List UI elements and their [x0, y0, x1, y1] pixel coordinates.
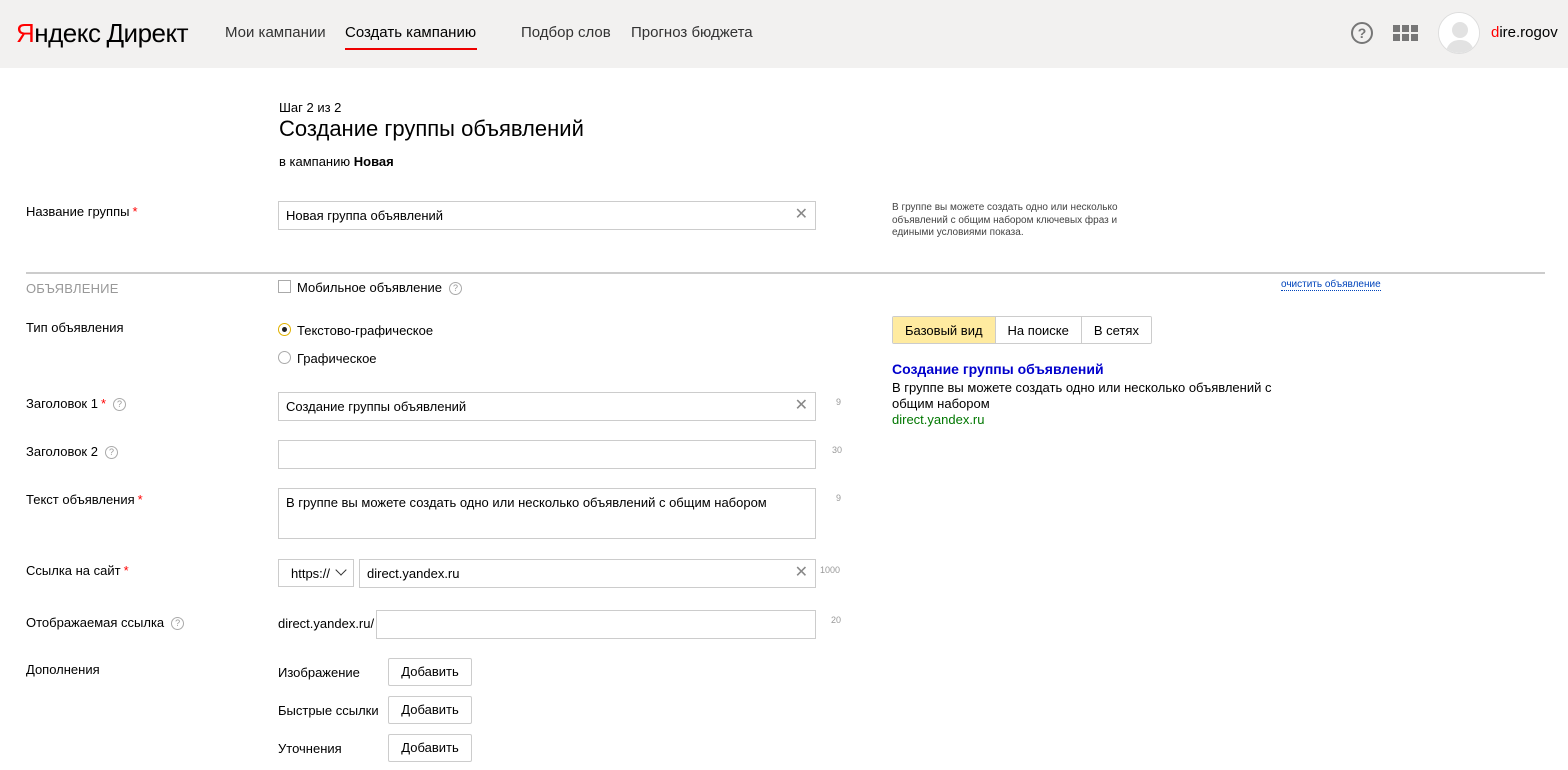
required-marker: *	[132, 204, 138, 219]
nav-create-campaign[interactable]: Создать кампанию	[345, 24, 476, 41]
clear-icon[interactable]: ✕	[795, 565, 808, 581]
radio-graphic[interactable]	[278, 351, 291, 364]
add-callouts-button[interactable]: Добавить	[388, 734, 472, 762]
help-icon[interactable]: ?	[449, 282, 463, 295]
step-indicator: Шаг 2 из 2	[279, 100, 342, 115]
preview-ad-text: В группе вы можете создать одно или неск…	[892, 380, 1272, 411]
group-hint: В группе вы можете создать одно или неск…	[892, 202, 1118, 238]
title2-input[interactable]	[278, 440, 816, 469]
link-label: Ссылка на сайт *	[26, 563, 129, 578]
nav-keyword-selection[interactable]: Подбор слов	[521, 24, 611, 41]
extensions-label: Дополнения	[26, 662, 100, 677]
title1-counter: 9	[836, 397, 842, 407]
username[interactable]: dire.rogov	[1491, 24, 1558, 41]
extension-image-label: Изображение	[278, 665, 360, 680]
title2-label: Заголовок 2?	[26, 444, 118, 459]
clear-icon[interactable]: ✕	[795, 398, 808, 414]
ad-type-label: Тип объявления	[26, 320, 124, 335]
mobile-ad-label-text: Мобильное объявление	[297, 280, 443, 295]
preview-ad-url: direct.yandex.ru	[892, 412, 985, 427]
required-marker: *	[137, 492, 143, 507]
clear-ad-link[interactable]: очистить объявление	[1281, 279, 1381, 291]
protocol-value: https://	[291, 566, 331, 581]
campaign-prefix: в кампанию	[279, 154, 351, 169]
apps-grid-icon[interactable]	[1393, 25, 1419, 42]
title1-label-text: Заголовок 1	[26, 396, 98, 411]
add-image-button[interactable]: Добавить	[388, 658, 472, 686]
radio-text-graphic-label[interactable]: Текстово-графическое	[297, 323, 433, 338]
group-name-label-text: Название группы	[26, 204, 130, 219]
link-label-text: Ссылка на сайт	[26, 563, 121, 578]
protocol-select[interactable]: https://	[278, 559, 354, 587]
help-icon[interactable]: ?	[104, 446, 118, 459]
display-link-input[interactable]	[376, 610, 816, 639]
tab-in-networks[interactable]: В сетях	[1081, 317, 1151, 343]
display-link-label: Отображаемая ссылка?	[26, 615, 185, 630]
tab-basic-view[interactable]: Базовый вид	[893, 317, 996, 343]
chevron-down-icon	[335, 564, 347, 576]
title1-value: Создание группы объявлений	[286, 399, 467, 414]
group-name-input[interactable]: Новая группа объявлений ✕	[278, 201, 816, 230]
tab-on-search[interactable]: На поиске	[995, 317, 1082, 343]
nav-my-campaigns[interactable]: Мои кампании	[225, 24, 326, 41]
help-icon[interactable]: ?	[113, 398, 127, 411]
radio-graphic-label[interactable]: Графическое	[297, 351, 377, 366]
link-counter: 1000	[820, 565, 841, 575]
page-title: Создание группы объявлений	[279, 116, 584, 141]
add-sitelinks-button[interactable]: Добавить	[388, 696, 472, 724]
campaign-line: в кампанию Новая	[279, 154, 394, 169]
title2-counter: 30	[832, 445, 843, 455]
logo-yandex: ндекс	[34, 18, 101, 48]
yandex-direct-logo[interactable]: Яндекс Директ	[16, 18, 189, 49]
mobile-ad-label[interactable]: Мобильное объявление?	[297, 280, 463, 295]
top-header: Яндекс Директ Мои кампании Создать кампан…	[0, 0, 1568, 68]
username-rest: ire.rogov	[1499, 24, 1558, 41]
preview-tabs: Базовый вид На поиске В сетях	[892, 316, 1152, 344]
ad-text-value: В группе вы можете создать одно или неск…	[286, 495, 767, 510]
logo-product: Директ	[106, 18, 189, 48]
display-link-prefix: direct.yandex.ru/	[278, 616, 375, 631]
ad-text-label-text: Текст объявления	[26, 492, 135, 507]
help-icon[interactable]: ?	[1351, 22, 1373, 44]
logo-letter: Я	[16, 18, 35, 48]
link-input[interactable]: direct.yandex.ru ✕	[359, 559, 816, 588]
active-nav-underline	[345, 48, 477, 50]
extension-sitelinks-label: Быстрые ссылки	[278, 703, 379, 718]
extension-callouts-label: Уточнения	[278, 741, 342, 756]
group-name-value: Новая группа объявлений	[286, 208, 444, 223]
preview-ad-title[interactable]: Создание группы объявлений	[892, 361, 1104, 377]
campaign-name: Новая	[353, 154, 394, 169]
clear-icon[interactable]: ✕	[795, 207, 808, 223]
group-name-label: Название группы *	[26, 204, 138, 219]
user-avatar[interactable]	[1438, 12, 1480, 54]
required-marker: *	[123, 563, 129, 578]
ad-text-textarea[interactable]: В группе вы можете создать одно или неск…	[278, 488, 816, 539]
ad-text-label: Текст объявления *	[26, 492, 143, 507]
help-icon[interactable]: ?	[171, 617, 185, 630]
link-value: direct.yandex.ru	[367, 566, 460, 581]
required-marker: *	[100, 396, 107, 411]
display-link-counter: 20	[831, 615, 842, 625]
mobile-ad-checkbox[interactable]	[278, 280, 291, 293]
title1-label: Заголовок 1 *?	[26, 396, 127, 411]
display-link-label-text: Отображаемая ссылка	[26, 615, 165, 630]
ad-text-counter: 9	[836, 493, 842, 503]
title2-label-text: Заголовок 2	[26, 444, 98, 459]
user-silhouette-icon	[1439, 13, 1479, 53]
ad-section-title: ОБЪЯВЛЕНИЕ	[26, 281, 119, 296]
section-divider	[26, 272, 1545, 274]
title1-input[interactable]: Создание группы объявлений ✕	[278, 392, 816, 421]
radio-text-graphic[interactable]	[278, 323, 291, 336]
nav-budget-forecast[interactable]: Прогноз бюджета	[631, 24, 753, 41]
